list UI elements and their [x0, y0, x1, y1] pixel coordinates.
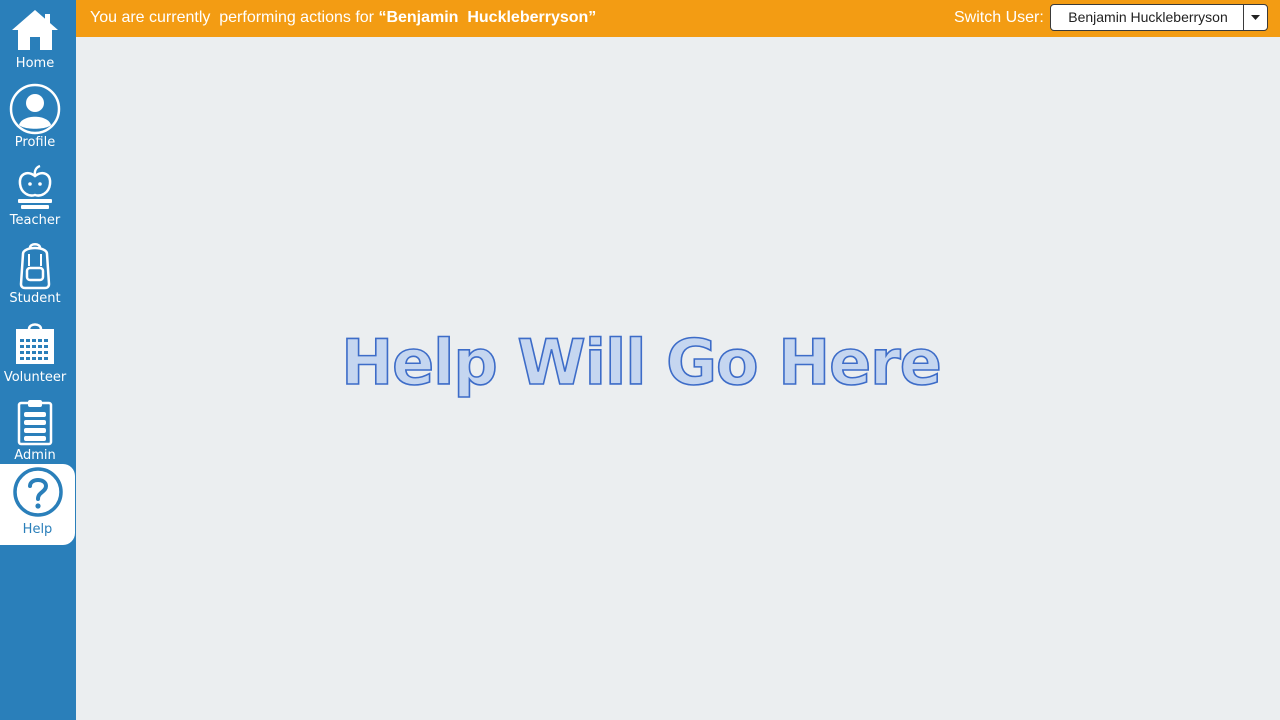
switch-user-select[interactable]: Benjamin Huckleberryson	[1050, 4, 1268, 31]
switch-user-label: Switch User:	[954, 9, 1044, 26]
sidebar-item-label: Teacher	[9, 213, 61, 228]
sidebar-item-student[interactable]: Student	[0, 235, 70, 313]
sidebar-item-help[interactable]: Help	[0, 464, 75, 545]
sidebar: Home Profile Teacher Student Volunteer A…	[0, 0, 76, 720]
home-icon	[0, 4, 70, 56]
sidebar-item-label: Help	[22, 522, 53, 537]
sidebar-item-label: Profile	[14, 135, 56, 150]
sidebar-item-profile[interactable]: Profile	[0, 79, 70, 157]
sidebar-item-label: Student	[9, 291, 61, 306]
chevron-down-icon[interactable]	[1243, 5, 1267, 30]
sidebar-item-label: Admin	[14, 448, 56, 463]
acting-as-prefix: You are currently performing actions for	[90, 9, 379, 26]
help-question-icon	[0, 466, 75, 518]
sidebar-item-label: Home	[15, 56, 55, 71]
user-circle-icon	[0, 83, 70, 135]
help-placeholder-heading: Help Will Go Here	[340, 325, 942, 400]
sidebar-item-admin[interactable]: Admin	[0, 392, 70, 470]
sidebar-item-label: Volunteer	[3, 370, 67, 385]
top-bar: You are currently performing actions for…	[76, 0, 1280, 37]
clipboard-icon	[0, 396, 70, 448]
selected-user-value: Benjamin Huckleberryson	[1068, 9, 1228, 25]
acting-as-user: “Benjamin Huckleberryson”	[378, 9, 597, 26]
sidebar-item-volunteer[interactable]: Volunteer	[0, 314, 70, 392]
apple-teacher-icon	[0, 161, 70, 213]
backpack-icon	[0, 239, 70, 291]
sidebar-item-teacher[interactable]: Teacher	[0, 157, 70, 235]
acting-as-notice: You are currently performing actions for…	[90, 9, 596, 27]
calendar-icon	[0, 318, 70, 370]
sidebar-item-home[interactable]: Home	[0, 0, 70, 78]
